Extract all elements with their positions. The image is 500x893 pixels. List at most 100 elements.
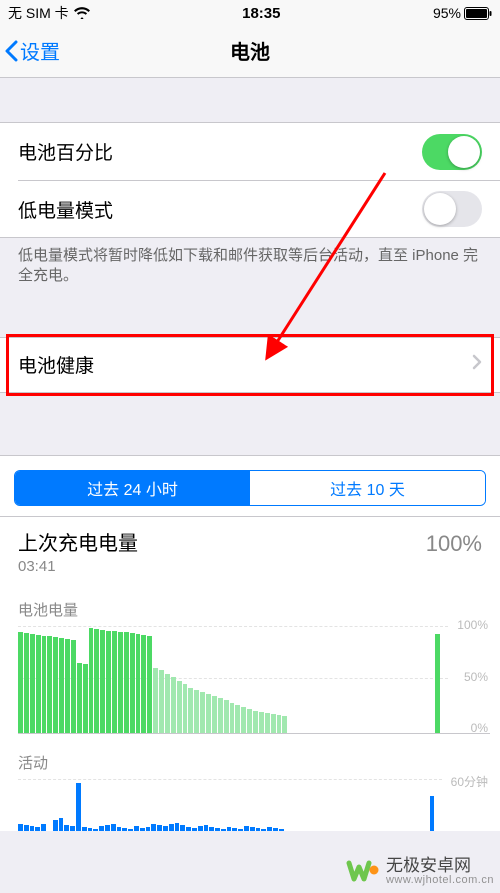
chart-bar [100, 630, 105, 733]
chart-bar [47, 636, 52, 732]
row-battery-percentage[interactable]: 电池百分比 [0, 123, 500, 180]
segment-10d[interactable]: 过去 10 天 [250, 471, 485, 505]
chart-bar [35, 827, 40, 830]
chart-bar [175, 823, 180, 831]
chart-bar [435, 634, 440, 732]
chart-bar [36, 635, 41, 732]
chart-bar [218, 698, 223, 732]
chart-bar [18, 632, 23, 733]
chart-bar [99, 826, 104, 830]
row-battery-health[interactable]: 电池健康 [0, 337, 500, 393]
wifi-icon [74, 7, 90, 19]
chart-bar [277, 715, 282, 732]
chart-bar [24, 633, 29, 733]
chart-bar [250, 827, 255, 830]
battery-percent-text: 95% [433, 5, 461, 21]
chart-bar [140, 828, 145, 831]
row-label: 电池健康 [18, 351, 94, 378]
chart-bar [165, 674, 170, 733]
chart-bar [209, 827, 214, 830]
chart-bar [215, 828, 220, 831]
chart-bar [256, 828, 261, 831]
chart-bar [261, 829, 266, 831]
chevron-right-icon [472, 354, 482, 375]
chart-bar [188, 688, 193, 733]
time-range-segmented: 过去 24 小时 过去 10 天 [14, 470, 486, 506]
chart-bar [147, 636, 152, 732]
chart-bar [18, 824, 23, 831]
nav-bar: 设置 电池 [0, 24, 500, 78]
chart-bar [253, 711, 258, 732]
chart-bar [244, 826, 249, 830]
chart-bar [65, 639, 70, 732]
chart-bar [238, 829, 243, 831]
settings-group-1: 电池百分比 低电量模式 [0, 122, 500, 238]
y-tick: 0% [471, 721, 488, 735]
chart-bar [106, 631, 111, 733]
chart-bar [198, 826, 203, 830]
chart-bar [77, 663, 82, 733]
last-charge-time: 03:41 [18, 558, 138, 575]
chart-bar [206, 694, 211, 733]
chart-bar [24, 825, 29, 830]
chart-bar [273, 828, 278, 831]
activity-chart: 活动 60分钟 [0, 738, 500, 831]
chart-title: 活动 [18, 752, 490, 773]
chart-bar [88, 828, 93, 831]
chart-bar [265, 713, 270, 732]
chart-bar [224, 700, 229, 732]
chart-bar [259, 712, 264, 732]
back-button[interactable]: 设置 [4, 36, 60, 65]
chart-bar [271, 714, 276, 732]
low-power-footer-note: 低电量模式将暂时降低如下载和邮件获取等后台活动，直至 iPhone 完全充电。 [0, 238, 500, 287]
chart-bar [282, 716, 287, 732]
chart-bar [241, 707, 246, 733]
chart-bar [232, 828, 237, 831]
chart-bar [141, 635, 146, 732]
chart-bar [83, 664, 88, 732]
chart-bar [204, 825, 209, 830]
chart-bar [194, 690, 199, 733]
chart-bar [279, 829, 284, 831]
chart-bar [128, 829, 133, 831]
chart-bar [134, 826, 139, 830]
chart-bar [30, 826, 35, 830]
row-label: 电池百分比 [18, 138, 113, 165]
battery-icon [464, 7, 492, 20]
chart-bar [430, 796, 435, 831]
chart-bar [53, 820, 58, 830]
chart-bar [122, 828, 127, 831]
last-charge-percent: 100% [426, 531, 482, 557]
chart-bar [124, 632, 129, 733]
chart-bar [59, 818, 64, 830]
chart-bar [94, 629, 99, 733]
chart-bar [186, 827, 191, 830]
chart-bar [82, 827, 87, 830]
battery-percentage-toggle[interactable] [422, 134, 482, 170]
chart-bar [89, 628, 94, 733]
chart-bar [118, 632, 123, 733]
chart-bar [169, 824, 174, 830]
chart-bar [53, 637, 58, 732]
row-low-power-mode[interactable]: 低电量模式 [18, 180, 500, 237]
carrier-text: 无 SIM 卡 [8, 3, 69, 23]
low-power-toggle[interactable] [422, 191, 482, 227]
chart-bar [117, 827, 122, 830]
chart-bar [70, 826, 75, 830]
y-tick: 60分钟 [451, 773, 488, 790]
chart-bar [30, 634, 35, 732]
watermark-url: www.wjhotel.com.cn [386, 875, 494, 887]
battery-level-chart: 电池电量 100% 50% 0% [0, 581, 500, 738]
page-title: 电池 [230, 36, 270, 65]
chart-bar [171, 677, 176, 733]
chart-bar [247, 709, 252, 733]
segment-24h[interactable]: 过去 24 小时 [15, 471, 250, 505]
chart-bar [76, 783, 81, 831]
chart-bar [159, 670, 164, 732]
chart-bar [157, 825, 162, 830]
chart-bar [183, 684, 188, 732]
chart-bar [112, 631, 117, 733]
y-tick: 100% [457, 618, 488, 632]
row-label: 低电量模式 [18, 196, 113, 223]
watermark: 无极安卓网 www.wjhotel.com.cn [346, 855, 494, 889]
